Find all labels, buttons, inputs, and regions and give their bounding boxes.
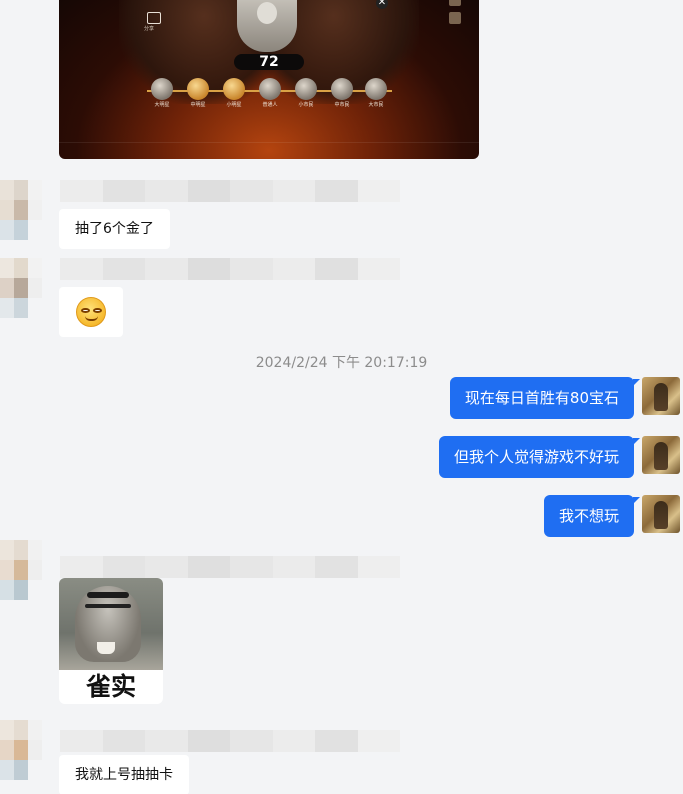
blurred-avatar[interactable] [0,258,42,318]
angel-statue-head [257,2,277,24]
tier-icon [223,78,245,100]
side-menu-icon [449,12,461,24]
tier-label: 小市民 [298,102,314,108]
blurred-sender-name [60,180,400,202]
blurred-sender-name [60,258,400,280]
self-avatar[interactable] [642,436,680,474]
divider [59,142,479,143]
bird-stripe [85,604,131,608]
message-bubble-outgoing[interactable]: 但我个人觉得游戏不好玩 [438,436,641,478]
avatar-figure [654,501,668,529]
tier-icon [365,78,387,100]
tier-icon [151,78,173,100]
share-label: 分享 [144,26,155,32]
tier-icon [259,78,281,100]
tier-label: 大市民 [368,102,384,108]
tier-icon [331,78,353,100]
game-screenshot-image[interactable]: 分享 ✕ 72 大明星 中明星 小明星 普通人 小市民 中市民 大市民 [59,0,479,159]
message-bubble-incoming[interactable] [59,287,123,337]
tier-label: 小明星 [226,102,242,108]
blurred-avatar[interactable] [0,720,42,780]
blurred-sender-name [60,556,400,578]
side-menu-icon [449,0,461,6]
message-bubble-outgoing[interactable]: 现在每日首胜有80宝石 [449,377,641,419]
message-bubble-incoming[interactable]: 我就上号抽抽卡 [59,755,189,794]
self-avatar[interactable] [642,377,680,415]
avatar-figure [654,442,668,470]
smiley-emoji [76,297,106,327]
tier-icon [295,78,317,100]
score-display: 72 [234,54,304,70]
tier-label: 普通人 [262,102,278,108]
avatar-figure [654,383,668,411]
self-avatar[interactable] [642,495,680,533]
blurred-avatar[interactable] [0,540,42,600]
emoji-eye [93,308,102,313]
message-timestamp: 2024/2/24 下午 20:17:19 [255,355,428,371]
sticker-caption: 雀实 [85,672,136,701]
tier-icon [187,78,209,100]
blurred-sender-name [60,730,400,752]
message-bubble-outgoing[interactable]: 我不想玩 [543,495,641,537]
blurred-avatar[interactable] [0,180,42,240]
tier-label: 中市民 [334,102,350,108]
bird-sticker[interactable]: 雀实 [59,578,163,704]
bird-stripe [87,592,129,598]
share-icon [147,12,161,24]
emoji-eye [81,308,90,313]
message-bubble-incoming[interactable]: 抽了6个金了 [59,209,170,249]
tea-cup [97,642,115,654]
emoji-mouth [85,316,98,321]
tier-label: 大明星 [154,102,170,108]
tier-label: 中明星 [190,102,206,108]
